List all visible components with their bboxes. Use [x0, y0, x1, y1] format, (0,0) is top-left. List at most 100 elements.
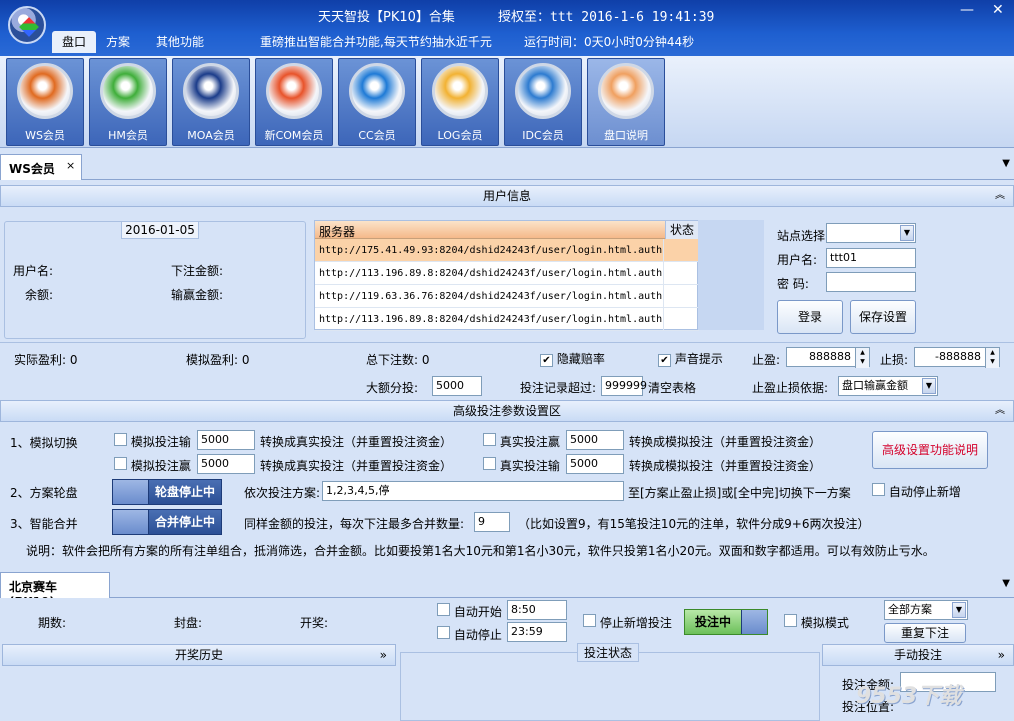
rotate-toggle[interactable]: 轮盘停止中 [112, 479, 222, 505]
toolbar-button[interactable]: WS会员 [6, 58, 84, 146]
plan-select[interactable]: 全部方案 ▼ [884, 600, 968, 620]
advanced-header[interactable]: 高级投注参数设置区 ︽ [0, 400, 1014, 422]
real-loss-input[interactable]: 5000 [566, 454, 624, 474]
hide-odds-checkbox[interactable]: ✔ 隐藏赔率 [540, 350, 605, 367]
sim-win-input[interactable]: 5000 [197, 454, 255, 474]
checkbox-checked-icon[interactable]: ✔ [658, 354, 671, 367]
real-win-checkbox[interactable]: 真实投注赢 [483, 433, 560, 450]
toggle-label: 轮盘停止中 [154, 485, 215, 499]
auto-stop-checkbox[interactable]: 自动停止 [437, 626, 502, 643]
ie-icon [349, 63, 405, 119]
username-input[interactable]: ttt01 [826, 248, 916, 268]
toolbar-button[interactable]: HM会员 [89, 58, 167, 146]
section-title: 高级投注参数设置区 [452, 404, 561, 418]
checkbox-label: 模拟投注输 [130, 435, 191, 449]
stop-win-input[interactable]: 888888 ▲ ▼ [786, 347, 870, 368]
toolbar-label: HM会员 [108, 129, 148, 142]
login-button[interactable]: 登录 [777, 300, 843, 334]
advanced-panel: 1、模拟切换 模拟投注输 5000 转换成真实投注（并重置投注资金） 真实投注赢… [0, 422, 1014, 570]
convert-text: 转换成模拟投注（并重置投注资金） [629, 459, 822, 473]
username-label: 用户名: [13, 264, 54, 278]
manual-bet-header[interactable]: 手动投注 » [822, 644, 1014, 666]
actual-profit: 实际盈利: 0 [14, 353, 78, 367]
bet-amount-label: 下注金额: [171, 264, 224, 278]
toolbar-button[interactable]: 盘口说明 [587, 58, 665, 146]
real-win-input[interactable]: 5000 [566, 430, 624, 450]
expand-icon[interactable]: » [998, 645, 1005, 665]
table-header: 服务器 状态 [315, 221, 699, 239]
advanced-help-button[interactable]: 高级设置功能说明 [872, 431, 988, 469]
spinner-icon[interactable]: ▲ ▼ [985, 348, 999, 368]
auto-stop-time[interactable]: 23:59 [507, 622, 567, 642]
real-loss-checkbox[interactable]: 真实投注输 [483, 457, 560, 474]
card-icon [432, 63, 488, 119]
tab-pankou[interactable]: 盘口 [52, 31, 97, 53]
table-row[interactable]: http://113.196.89.8:8204/dshid24243f/use… [315, 308, 699, 331]
total-bets: 总下注数: 0 [366, 353, 430, 367]
checkbox-checked-icon[interactable]: ✔ [540, 354, 553, 367]
merge-count-input[interactable]: 9 [474, 512, 510, 532]
chevron-down-icon[interactable]: ▼ [922, 378, 936, 394]
stop-new-bets-checkbox[interactable]: 停止新增投注 [583, 614, 672, 631]
rotate-order-input[interactable]: 1,2,3,4,5,停 [322, 481, 624, 501]
rotate-order-label: 依次投注方案: [244, 486, 321, 500]
history-header[interactable]: 开奖历史 » [2, 644, 396, 666]
table-row[interactable]: http://119.63.36.76:8204/dshid24243f/use… [315, 285, 699, 308]
checkbox-label: 模拟模式 [800, 616, 849, 630]
toolbar-button[interactable]: CC会员 [338, 58, 416, 146]
clear-table-link[interactable]: 清空表格 [648, 379, 696, 396]
password-input[interactable] [826, 272, 916, 292]
auto-stop-new-checkbox[interactable]: 自动停止新增 [872, 483, 961, 500]
spinner-icon[interactable]: ▲ ▼ [855, 348, 869, 368]
user-info-panel: 2016-01-05 用户名: 下注金额: 余额: 输赢金额: 服务器 状态 h… [0, 210, 1014, 342]
checkbox-label: 模拟投注赢 [130, 459, 191, 473]
toolbar-button[interactable]: IDC会员 [504, 58, 582, 146]
auto-start-time[interactable]: 8:50 [507, 600, 567, 620]
chevron-down-icon[interactable]: ▼ [900, 225, 914, 241]
basis-select[interactable]: 盘口输赢金额 ▼ [838, 376, 938, 396]
tab-beijing-pk10[interactable]: 北京赛车(PK10) [0, 572, 110, 609]
password-label: 密 码: [777, 277, 809, 291]
chevron-down-icon[interactable]: ▼ [952, 602, 966, 618]
records-input[interactable]: 999999 [601, 376, 647, 396]
stop-loss-input[interactable]: -888888 ▲ ▼ [914, 347, 1000, 368]
save-settings-button[interactable]: 保存设置 [850, 300, 916, 334]
collapse-icon[interactable]: ︽ [995, 186, 1005, 206]
server-url: http://119.63.36.76:8204/dshid24243f/use… [319, 291, 663, 302]
sim-loss-input[interactable]: 5000 [197, 430, 255, 450]
sun-icon [266, 63, 322, 119]
collapse-icon[interactable]: ︽ [995, 401, 1005, 421]
user-info-header[interactable]: 用户信息 ︽ [0, 185, 1014, 207]
toolbar-label: WS会员 [25, 129, 65, 142]
table-row[interactable]: http://113.196.89.8:8204/dshid24243f/use… [315, 262, 699, 285]
big-split-input[interactable]: 5000 [432, 376, 482, 396]
merge-toggle[interactable]: 合并停止中 [112, 509, 222, 535]
toolbar-button[interactable]: LOG会员 [421, 58, 499, 146]
toolbar-label: CC会员 [358, 129, 396, 142]
auto-start-checkbox[interactable]: 自动开始 [437, 603, 502, 620]
table-row[interactable]: http://175.41.49.93:8204/dshid24243f/use… [315, 239, 699, 262]
toolbar-button[interactable]: 新COM会员 [255, 58, 333, 146]
chevron-down-icon[interactable]: ▼ [1002, 578, 1010, 589]
close-icon[interactable]: ✕ [992, 2, 1004, 18]
repeat-bet-button[interactable]: 重复下注 [884, 623, 966, 643]
close-icon[interactable]: × [66, 159, 75, 172]
chevron-down-icon[interactable]: ▼ [1002, 158, 1010, 169]
account-box: 2016-01-05 用户名: 下注金额: 余额: 输赢金额: [4, 221, 306, 339]
bet-status-box: 投注状态 [400, 643, 820, 721]
sim-loss-checkbox[interactable]: 模拟投注输 [114, 433, 191, 450]
betting-toggle[interactable]: 投注中 [684, 609, 768, 635]
sim-win-checkbox[interactable]: 模拟投注赢 [114, 457, 191, 474]
section-title: 用户信息 [482, 189, 531, 203]
site-select[interactable]: ▼ [826, 223, 916, 243]
minimize-icon[interactable]: — [960, 2, 974, 18]
tab-other-functions[interactable]: 其他功能 [146, 31, 214, 53]
flame-icon [17, 63, 73, 119]
expand-icon[interactable]: » [380, 645, 387, 665]
sim-mode-checkbox[interactable]: 模拟模式 [784, 614, 849, 631]
toolbar-label: 新COM会员 [264, 129, 324, 142]
tab-fangan[interactable]: 方案 [96, 31, 140, 53]
promo-text: 重磅推出智能合并功能,每天节约抽水近千元 [260, 35, 492, 49]
toolbar-button[interactable]: MOA会员 [172, 58, 250, 146]
sound-checkbox[interactable]: ✔ 声音提示 [658, 350, 723, 367]
